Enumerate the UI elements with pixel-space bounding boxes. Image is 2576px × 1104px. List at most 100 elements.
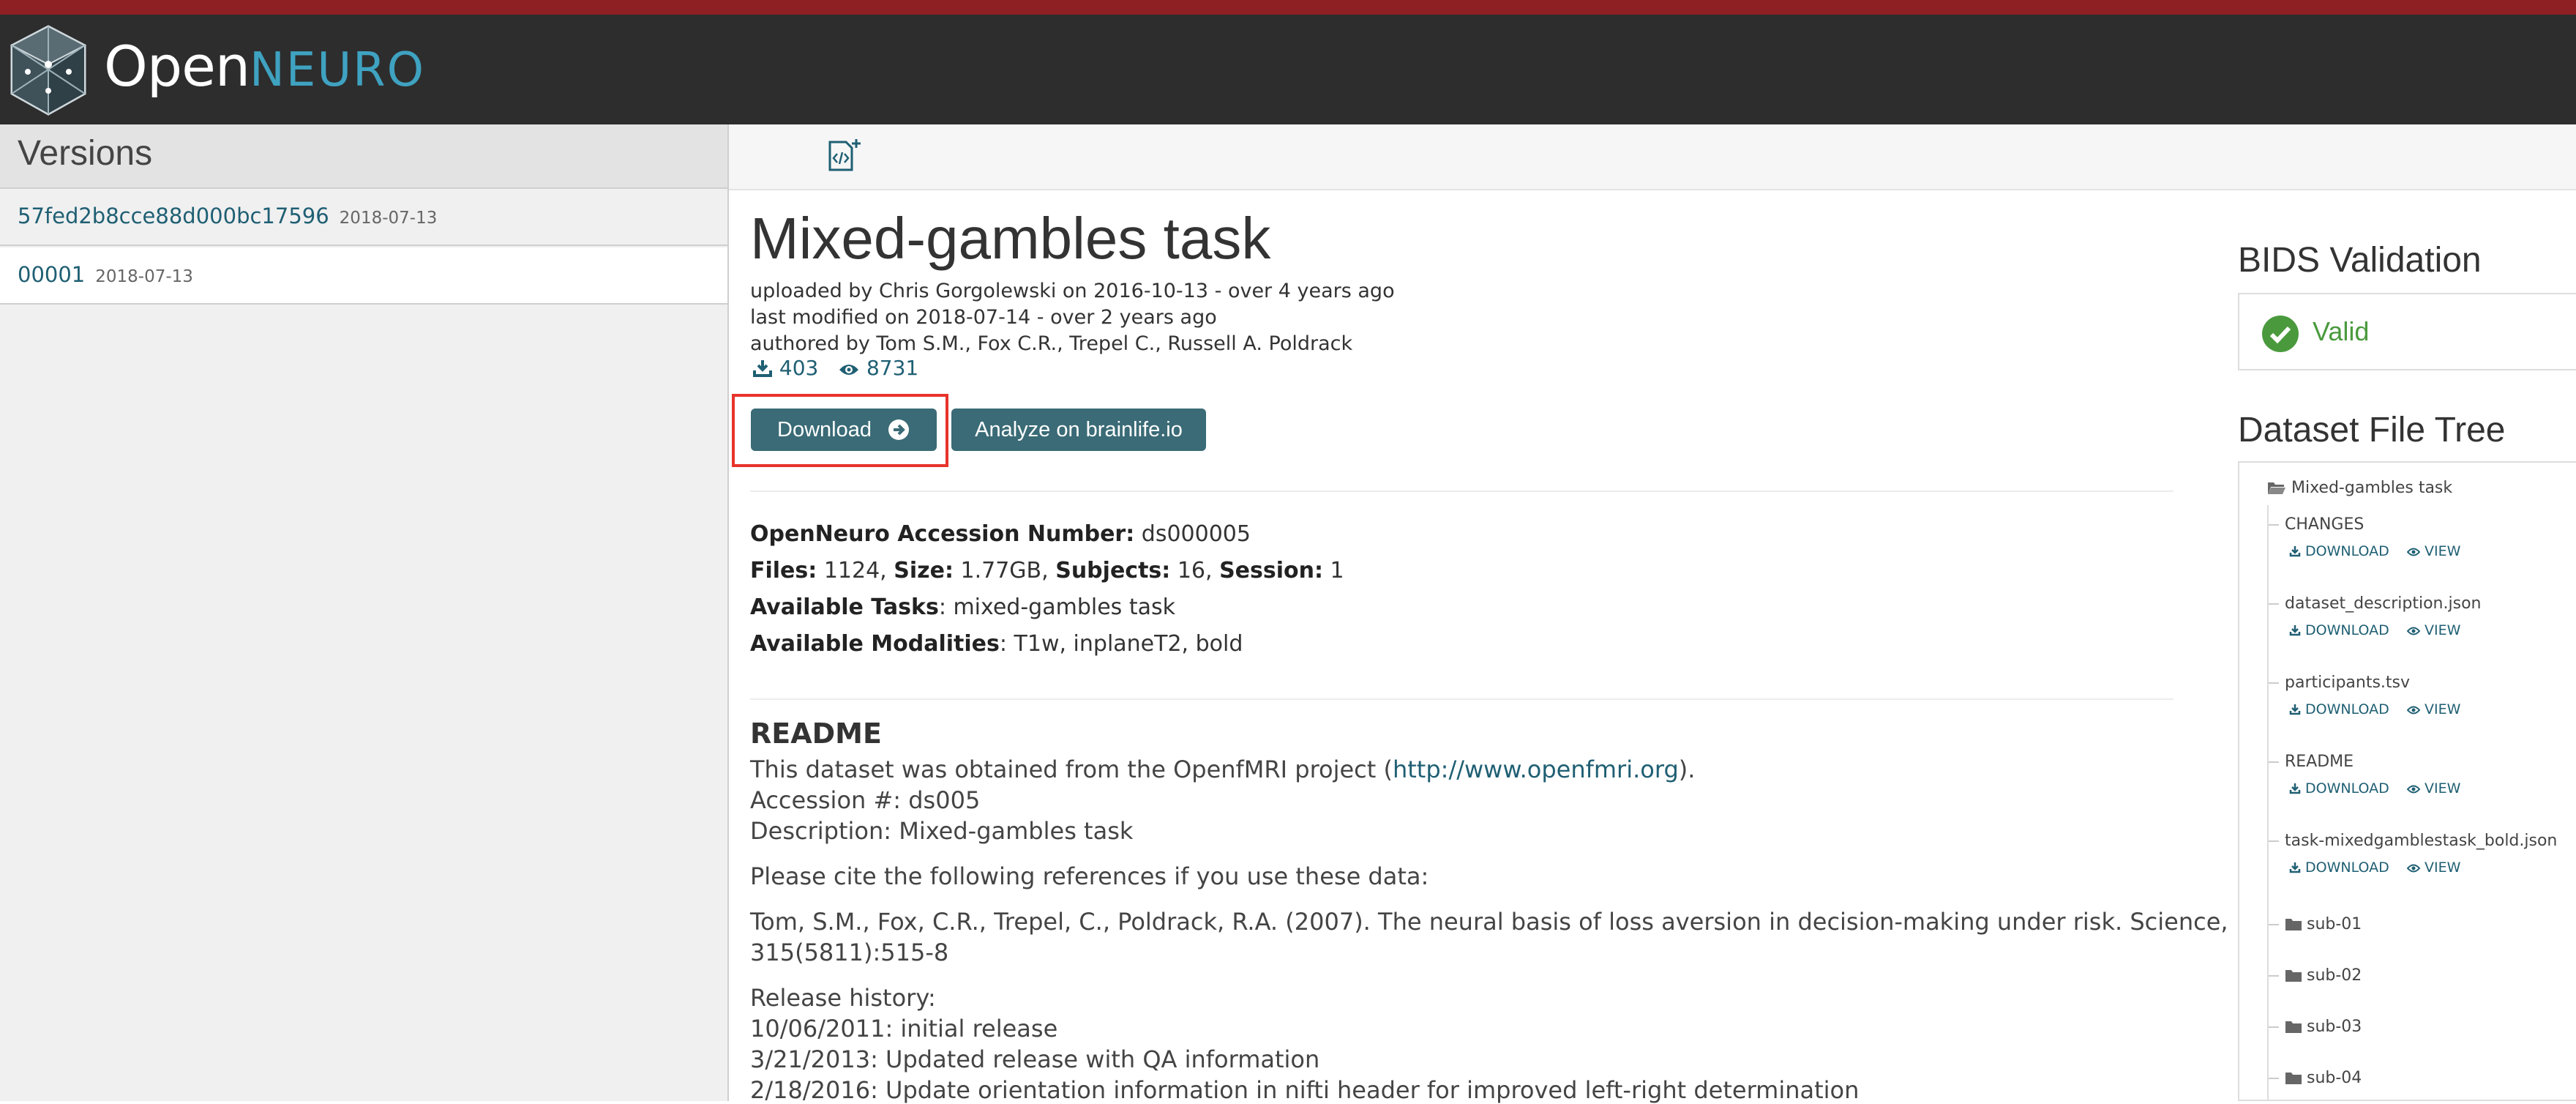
download-icon — [2289, 780, 2301, 797]
tree-folder[interactable]: sub-04 — [2269, 1069, 2362, 1087]
tree-file-name: dataset_description.json — [2285, 594, 2482, 613]
file-download-label: DOWNLOAD — [2305, 622, 2389, 638]
folder-icon — [2285, 966, 2307, 985]
tree-file-actions: DOWNLOAD VIEW — [2289, 859, 2460, 876]
analyze-brainlife-button[interactable]: Analyze on brainlife.io — [951, 409, 1206, 451]
tree-folder[interactable]: sub-02 — [2269, 966, 2362, 985]
file-download-label: DOWNLOAD — [2305, 701, 2389, 717]
readme-line: 10/06/2011: initial release — [750, 1015, 1058, 1043]
tree-file: task-mixedgamblestask_bold.json — [2269, 832, 2557, 850]
authored-by: authored by Tom S.M., Fox C.R., Trepel C… — [750, 332, 1353, 355]
tree-folder-name: sub-04 — [2307, 1069, 2362, 1087]
tree-folder[interactable]: sub-03 — [2269, 1018, 2362, 1036]
session-label: Session: — [1219, 558, 1323, 583]
download-icon — [2289, 859, 2301, 876]
view-count-icon — [839, 365, 859, 375]
readme-text: This dataset was obtained from the Openf… — [750, 756, 1393, 783]
versions-sidebar: Versions 57fed2b8cce88d000bc17596 2018-07… — [0, 124, 729, 1101]
divider — [750, 491, 2174, 492]
file-view-link[interactable]: VIEW — [2406, 701, 2461, 717]
add-code-file-icon[interactable] — [825, 136, 864, 174]
eye-icon — [2406, 543, 2421, 559]
download-count-icon — [753, 360, 772, 377]
readme-text: ). — [1678, 756, 1696, 783]
subjects-value: 16, — [1177, 558, 1213, 583]
tree-root-folder[interactable]: Mixed-gambles task — [2267, 479, 2452, 497]
brand-wordmark[interactable]: OpenNEURO — [104, 34, 425, 103]
version-row[interactable]: 57fed2b8cce88d000bc17596 2018-07-13 — [0, 189, 727, 246]
readme-line: 2/18/2016: Update orientation informatio… — [750, 1076, 1860, 1104]
file-view-link[interactable]: VIEW — [2406, 780, 2461, 797]
tree-file-actions: DOWNLOAD VIEW — [2289, 622, 2460, 638]
tree-file: CHANGES — [2269, 515, 2364, 534]
tree-file: README — [2269, 753, 2354, 771]
readme-line: This dataset was obtained from the Openf… — [750, 756, 1695, 783]
file-view-link[interactable]: VIEW — [2406, 543, 2460, 559]
file-tree-heading: Dataset File Tree — [2238, 411, 2506, 450]
download-count: 403 — [779, 356, 819, 380]
folder-open-icon — [2268, 482, 2285, 494]
dataset-title: Mixed-gambles task — [750, 206, 1271, 271]
readme-line: Description: Mixed-gambles task — [750, 817, 1134, 845]
files-value: 1124, — [823, 558, 887, 583]
folder-icon — [2285, 1018, 2307, 1036]
eye-icon — [2406, 780, 2421, 797]
modalities-label: Available Modalities — [750, 631, 1000, 657]
app-header: OpenNEURO — [0, 15, 2576, 124]
file-view-link[interactable]: VIEW — [2406, 622, 2460, 638]
dataset-stats: 403 8731 — [752, 356, 918, 380]
tree-folder-name: sub-01 — [2307, 915, 2362, 933]
readme-line: Please cite the following references if … — [750, 862, 1429, 890]
readme-line: Accession #: ds005 — [750, 786, 981, 814]
files-label: Files: — [750, 558, 817, 583]
view-count: 8731 — [866, 356, 919, 380]
tree-root-label: Mixed-gambles task — [2291, 479, 2453, 497]
download-icon — [2289, 622, 2301, 638]
validation-status[interactable]: Valid — [2238, 293, 2576, 370]
tree-folder[interactable]: sub-01 — [2269, 915, 2362, 933]
versions-header: Versions — [0, 124, 727, 189]
top-stripe — [0, 0, 2576, 15]
available-tasks: Available Tasks: mixed-gambles task — [750, 594, 1175, 620]
readme-heading: README — [750, 717, 882, 750]
tree-file-name: README — [2285, 753, 2354, 771]
readme-line: Tom, S.M., Fox, C.R., Trepel, C., Poldra… — [750, 908, 2228, 936]
validation-status-text: Valid — [2313, 316, 2370, 346]
arrow-circle-right-icon — [888, 419, 909, 440]
version-row[interactable]: 00001 2018-07-13 — [0, 247, 727, 305]
uploaded-by: uploaded by Chris Gorgolewski on 2016-10… — [750, 280, 1395, 302]
file-view-label: VIEW — [2425, 780, 2461, 797]
file-download-link[interactable]: DOWNLOAD — [2289, 543, 2389, 559]
folder-icon — [2285, 915, 2307, 933]
bids-validation-heading: BIDS Validation — [2238, 241, 2482, 280]
tree-file: participants.tsv — [2269, 674, 2410, 692]
version-date: 2018-07-13 — [95, 267, 193, 286]
file-download-label: DOWNLOAD — [2305, 543, 2389, 559]
file-view-label: VIEW — [2425, 859, 2461, 876]
version-id-text: 00001 — [18, 262, 86, 287]
file-download-link[interactable]: DOWNLOAD — [2289, 622, 2389, 638]
openfmri-link[interactable]: http://www.openfmri.org — [1393, 756, 1679, 783]
modalities-value: : T1w, inplaneT2, bold — [999, 631, 1243, 657]
openneuro-logo-icon[interactable] — [6, 23, 91, 117]
file-view-link[interactable]: VIEW — [2406, 859, 2461, 876]
accession-value: ds000005 — [1141, 521, 1251, 547]
dataset-summary: Files: 1124, Size: 1.77GB, Subjects: 16,… — [750, 558, 1344, 583]
file-download-label: DOWNLOAD — [2305, 859, 2389, 876]
file-download-link[interactable]: DOWNLOAD — [2289, 701, 2389, 717]
file-download-link[interactable]: DOWNLOAD — [2289, 780, 2389, 797]
toolbar — [729, 124, 2576, 190]
eye-icon — [2406, 622, 2421, 638]
session-value: 1 — [1330, 558, 1344, 583]
tree-file: dataset_description.json — [2269, 594, 2481, 613]
check-circle-icon — [2262, 316, 2299, 352]
download-button[interactable]: Download — [751, 409, 937, 451]
version-id-text: 57fed2b8cce88d000bc17596 — [18, 204, 329, 228]
tree-file-name: CHANGES — [2285, 515, 2365, 534]
tree-file-name: task-mixedgamblestask_bold.json — [2285, 832, 2558, 850]
file-view-label: VIEW — [2425, 701, 2461, 717]
size-value: 1.77GB, — [960, 558, 1049, 583]
file-download-link[interactable]: DOWNLOAD — [2289, 859, 2389, 876]
accession-label: OpenNeuro Accession Number: — [750, 521, 1135, 547]
tree-folder-name: sub-03 — [2307, 1018, 2362, 1036]
